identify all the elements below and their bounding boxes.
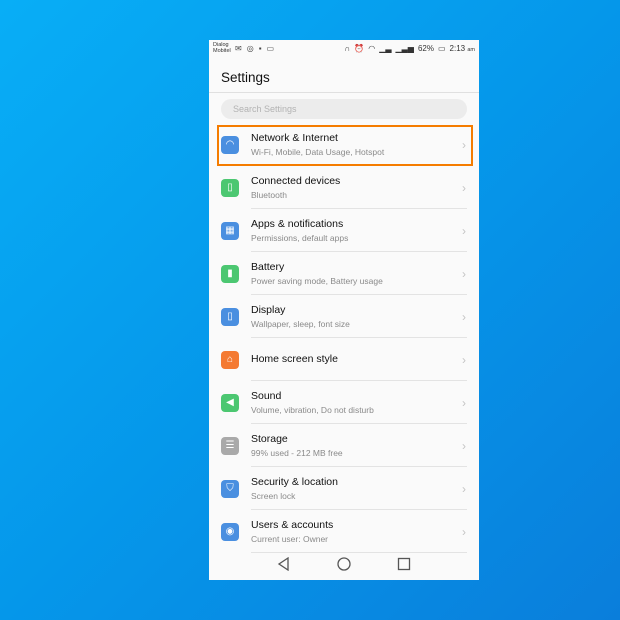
display-icon: ▯	[221, 307, 239, 326]
user-icon: ◉	[221, 522, 239, 541]
item-title: Connected devices	[251, 174, 341, 187]
clock: 2:13	[449, 43, 466, 53]
home-button[interactable]	[337, 556, 351, 571]
chevron-right-icon: ›	[462, 438, 466, 453]
item-title: Sound	[251, 389, 282, 402]
item-subtitle: Current user: Owner	[251, 533, 328, 544]
chevron-right-icon: ›	[462, 180, 466, 195]
notification-icon: ◎	[246, 43, 254, 53]
item-title: Battery	[251, 260, 285, 273]
chevron-right-icon: ›	[462, 524, 466, 539]
item-subtitle: Permissions, default apps	[251, 232, 349, 243]
chevron-right-icon: ›	[462, 352, 466, 367]
wifi-status-icon: ◠	[368, 43, 376, 53]
chevron-right-icon: ›	[462, 395, 466, 410]
chevron-right-icon: ›	[462, 266, 466, 281]
item-subtitle: Wallpaper, sleep, font size	[251, 318, 350, 329]
divider	[209, 92, 479, 93]
page-title: Settings	[221, 70, 270, 85]
item-title: Display	[251, 303, 286, 316]
chevron-right-icon: ›	[462, 223, 466, 238]
phone-screen: Dialog Mobitel ✉ ◎ ▪ ▭ ∩ ⏰ ◠ ▁▃ ▁▃▅ 62% ▭…	[209, 40, 479, 580]
settings-item-apps-notifications[interactable]: ▦ Apps & notifications Permissions, defau…	[209, 209, 479, 252]
settings-list: ◠ Network & Internet Wi-Fi, Mobile, Data …	[209, 123, 479, 553]
settings-item-sound[interactable]: ◀ Sound Volume, vibration, Do not disturb…	[209, 381, 479, 424]
back-button[interactable]	[277, 556, 291, 571]
settings-item-display[interactable]: ▯ Display Wallpaper, sleep, font size ›	[209, 295, 479, 338]
settings-item-network-internet[interactable]: ◠ Network & Internet Wi-Fi, Mobile, Data …	[209, 123, 479, 166]
image-icon: ▪	[258, 43, 262, 53]
item-subtitle: Volume, vibration, Do not disturb	[251, 404, 374, 415]
settings-item-battery[interactable]: ▮ Battery Power saving mode, Battery usag…	[209, 252, 479, 295]
status-bar: Dialog Mobitel ✉ ◎ ▪ ▭ ∩ ⏰ ◠ ▁▃ ▁▃▅ 62% ▭…	[213, 42, 475, 54]
item-title: Home screen style	[251, 353, 338, 365]
signal-icon: ▁▃▅	[395, 43, 414, 53]
carrier-label: Dialog Mobitel	[213, 42, 231, 54]
item-title: Network & Internet	[251, 131, 338, 144]
battery-icon: ▭	[437, 43, 446, 53]
item-subtitle: Power saving mode, Battery usage	[251, 275, 383, 286]
item-title: Apps & notifications	[251, 217, 344, 230]
navigation-bar	[209, 547, 479, 580]
storage-icon: ☰	[221, 436, 239, 455]
chevron-right-icon: ›	[462, 137, 466, 152]
item-title: Storage	[251, 432, 288, 445]
mail-icon: ✉	[235, 43, 242, 53]
apps-icon: ▦	[221, 221, 239, 240]
settings-item-security-location[interactable]: ⛉ Security & location Screen lock ›	[209, 467, 479, 510]
wifi-icon: ◠	[221, 135, 239, 154]
headset-icon: ∩	[344, 43, 351, 53]
item-subtitle: Wi-Fi, Mobile, Data Usage, Hotspot	[251, 146, 385, 157]
alarm-icon: ⏰	[354, 43, 365, 53]
sound-icon: ◀	[221, 393, 239, 412]
signal-icon: ▁▃	[379, 43, 392, 53]
item-subtitle: Bluetooth	[251, 189, 287, 200]
chevron-right-icon: ›	[462, 481, 466, 496]
search-input[interactable]: Search Settings	[221, 99, 467, 119]
shield-icon: ⛉	[221, 479, 239, 498]
settings-item-storage[interactable]: ☰ Storage 99% used - 212 MB free ›	[209, 424, 479, 467]
item-title: Users & accounts	[251, 518, 334, 531]
chevron-right-icon: ›	[462, 309, 466, 324]
battery-icon: ▮	[221, 264, 239, 283]
settings-item-home-screen-style[interactable]: ⌂ Home screen style ›	[209, 338, 479, 381]
item-title: Security & location	[251, 475, 338, 488]
laptop-icon: ▭	[266, 43, 275, 53]
home-icon: ⌂	[221, 350, 239, 369]
devices-icon: ▯	[221, 178, 239, 197]
settings-item-connected-devices[interactable]: ▯ Connected devices Bluetooth ›	[209, 166, 479, 209]
item-subtitle: 99% used - 212 MB free	[251, 447, 343, 458]
item-subtitle: Screen lock	[251, 490, 296, 501]
recents-button[interactable]	[397, 557, 411, 571]
battery-percent: 62%	[417, 43, 434, 53]
